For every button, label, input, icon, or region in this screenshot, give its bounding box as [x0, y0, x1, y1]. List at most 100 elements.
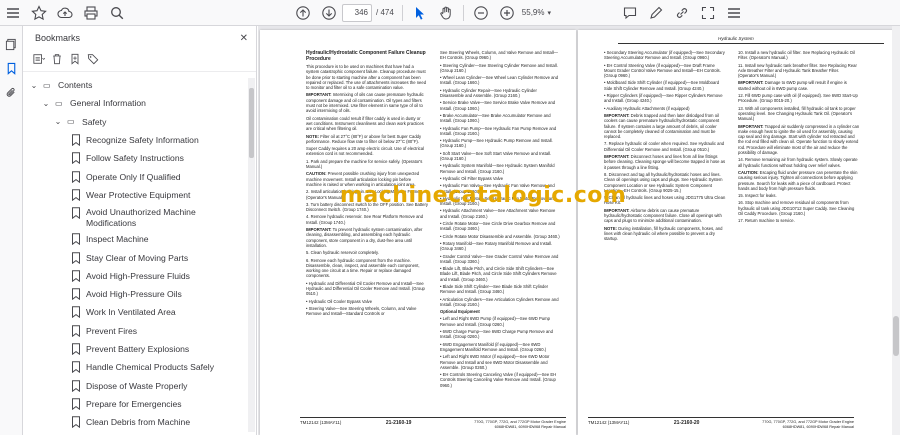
paragraph: • Service Brake Valve—See Service Brake … [440, 100, 556, 111]
chevron-down-icon[interactable]: ⌄ [41, 99, 51, 108]
column-text: See Steering Wheels, Column, and Valve R… [440, 50, 562, 388]
paragraph: • Hydraulic Attachment Valve—See Attachm… [440, 208, 556, 219]
paragraph: • Blade Lift, Blade Pitch, and Circle Si… [440, 266, 557, 282]
bookmark-item[interactable]: Recognize Safety Information [23, 131, 249, 149]
previous-page-icon[interactable] [290, 1, 316, 25]
bookmark-item[interactable]: Avoid Unauthorized Machine Modifications [23, 204, 249, 230]
bookmark-item[interactable]: ⌄ ▭ Contents [23, 76, 249, 94]
paragraph: • Left and Right 6WD Motor (if equipped)… [440, 354, 550, 370]
bookmark-item[interactable]: Prevent Fires [23, 322, 249, 340]
paragraph: • 6WD Engagement Manifold (if equipped)—… [440, 341, 547, 352]
print-icon[interactable] [78, 1, 104, 25]
bookmarks-title: Bookmarks [35, 33, 81, 43]
pen-icon[interactable] [643, 1, 669, 25]
thumbnails-icon[interactable] [0, 32, 23, 56]
add-bookmark-icon[interactable] [69, 52, 81, 70]
note-label: IMPORTANT: [306, 92, 332, 98]
bookmark-item[interactable]: Clean Debris from Machine [23, 413, 249, 431]
hand-icon[interactable] [433, 1, 459, 25]
page-footer: TM12142 (13MAY11) 21-2160-20 770G, 770GP… [588, 417, 854, 429]
bookmark-label: Work In Ventilated Area [86, 307, 176, 318]
bookmark-flag-icon [72, 152, 80, 165]
zoom-in-icon[interactable] [494, 1, 520, 25]
bookmark-flag-icon [72, 416, 80, 429]
note-label: IMPORTANT: [604, 112, 630, 118]
more-icon[interactable] [721, 1, 747, 25]
scrollbar-thumb[interactable] [249, 88, 254, 158]
bookmark-item[interactable]: Avoid High-Pressure Oils [23, 285, 249, 303]
bookmark-item[interactable]: Stay Clear of Moving Parts [23, 248, 249, 266]
options-icon[interactable] [33, 52, 46, 70]
paragraph: • 6WD Charge Pump—See 6WD Charge Pump Re… [440, 329, 553, 340]
scrollbar-thumb[interactable] [893, 316, 899, 356]
paragraph: NOTE: During installation, fill hydrauli… [604, 225, 723, 242]
star-icon[interactable] [26, 1, 52, 25]
bookmark-item[interactable]: Prepare for Emergencies [23, 395, 249, 413]
bookmark-item[interactable]: Handle Chemical Products Safely [23, 358, 249, 376]
paragraph: 5. Clean hydraulic reservoir completely. [306, 250, 380, 256]
bookmark-flag-icon [72, 251, 80, 264]
paragraph: 14. Remove remaining air from hydraulic … [738, 157, 858, 168]
paragraph: • Hydraulic Oil Cooler Bypass Valve [306, 298, 373, 304]
bookmark-label: Handle Chemical Products Safely [86, 362, 215, 373]
column-text: 10. Install a new hydraulic oil filter. … [738, 50, 860, 224]
paragraph: IMPORTANT: To prevent hydraulic system c… [306, 227, 423, 248]
bookmark-item[interactable]: Avoid High-Pressure Fluids [23, 267, 249, 285]
paragraph: 17. Return machine to service. [738, 218, 795, 224]
bookmark-flag-icon [72, 189, 80, 201]
document-viewer[interactable]: Hydraulic/Hydrostatic Component Failure … [258, 26, 900, 435]
bookmark-item[interactable]: Inspect Machine [23, 230, 249, 248]
toolbar: / 474 55,9%▾ [0, 0, 900, 26]
bookmarks-icon[interactable] [0, 56, 23, 80]
next-page-icon[interactable] [316, 1, 342, 25]
bookmarks-header: Bookmarks ✕ [23, 26, 256, 50]
bookmark-label: Avoid High-Pressure Oils [86, 289, 182, 300]
toolbar-divider [462, 4, 464, 21]
cursor-icon[interactable] [407, 1, 433, 25]
delete-icon[interactable] [51, 52, 63, 70]
bookmark-label: General Information [70, 98, 146, 109]
zoom-select[interactable]: 55,9% ▾ [522, 8, 551, 17]
bookmark-item[interactable]: Wear Protective Equipment [23, 186, 249, 204]
footer-title: 770G, 770GP, 772G, and 772GP Motor Grade… [474, 420, 566, 429]
paragraph: • Hydraulic Pump—See Hydraulic Pump Remo… [440, 138, 553, 149]
bookmark-item[interactable]: ⌄ ▭ Safety [23, 113, 249, 131]
chevron-down-icon[interactable]: ⌄ [53, 117, 63, 126]
paragraph: IMPORTANT: Airborne debris can cause pre… [604, 207, 722, 224]
search-icon[interactable] [104, 1, 130, 25]
note-label: CAUTION: [738, 169, 759, 175]
menu-icon[interactable] [0, 1, 26, 25]
bookmarks-panel: Bookmarks ✕ ⌄ ▭ Contents ⌄ ▭ General Inf… [23, 26, 257, 435]
fullscreen-icon[interactable] [695, 1, 721, 25]
paragraph: • Hydraulic System Manifold—See Hydrauli… [440, 163, 555, 174]
paragraph: • Grader Control Valve—See Grader Contro… [440, 253, 559, 264]
bookmark-item[interactable]: Dispose of Waste Properly [23, 376, 249, 394]
paragraph: • Hydraulic Oil Filter Bypass Valve [440, 175, 504, 181]
close-icon[interactable]: ✕ [240, 33, 248, 44]
bookmark-flag-icon [72, 170, 80, 183]
bookmark-label: Recognize Safety Information [86, 135, 199, 146]
bookmark-item[interactable]: Prevent Battery Explosions [23, 340, 249, 358]
paragraph: • Ripper Cylinders (if equipped)—See Rip… [604, 93, 723, 104]
chevron-down-icon[interactable]: ⌄ [29, 81, 39, 90]
document-scrollbar[interactable] [892, 26, 900, 435]
tag-icon[interactable] [87, 52, 99, 70]
page-column: 10. Install a new hydraulic oil filter. … [738, 50, 860, 226]
bookmark-label: Prevent Fires [86, 325, 138, 336]
comment-icon[interactable] [617, 1, 643, 25]
link-icon[interactable] [669, 1, 695, 25]
page-number-input[interactable] [342, 3, 372, 22]
paragraph: • Circle Rotate Motor Disassemble and As… [440, 233, 560, 239]
bookmark-label: Safety [82, 116, 107, 127]
bookmark-item[interactable]: Follow Safety Instructions [23, 149, 249, 167]
bookmarks-scrollbar[interactable] [248, 78, 255, 432]
bookmark-item[interactable]: Operate Only If Qualified [23, 167, 249, 185]
zoom-out-icon[interactable] [468, 1, 494, 25]
paragraph: IMPORTANT: Intermixing of oils can cause… [306, 92, 424, 114]
paragraph: 11. Install new hydraulic tank breather … [738, 62, 857, 79]
bookmarks-toolbar [23, 50, 256, 72]
bookmark-item[interactable]: Work In Ventilated Area [23, 303, 249, 321]
attachments-icon[interactable] [0, 80, 23, 104]
bookmark-item[interactable]: ⌄ ▭ General Information [23, 94, 249, 112]
cloud-upload-icon[interactable] [52, 1, 78, 25]
